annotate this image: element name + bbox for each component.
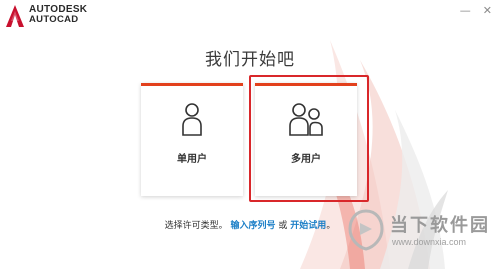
single-user-card[interactable]: 单用户 bbox=[141, 83, 243, 196]
license-end-text: 。 bbox=[326, 221, 336, 231]
watermark-logo-icon bbox=[348, 209, 384, 251]
license-or-text: 或 bbox=[275, 221, 291, 231]
watermark-name: 当下软件园 bbox=[390, 215, 490, 236]
close-button[interactable]: ✕ bbox=[483, 5, 492, 17]
watermark: 当下软件园 www.downxia.com bbox=[348, 207, 498, 262]
autocad-start-window: { "brand": { "line1": "AUTODESK", "line2… bbox=[0, 0, 500, 269]
brand-text: AUTODESK AUTOCAD bbox=[29, 5, 87, 25]
multi-user-label: 多用户 bbox=[291, 154, 321, 165]
single-user-icon bbox=[141, 102, 243, 136]
single-user-label: 单用户 bbox=[177, 154, 207, 165]
brand-header: AUTODESK AUTOCAD bbox=[6, 5, 87, 27]
minimize-button[interactable]: — bbox=[460, 5, 471, 17]
window-controls: — ✕ bbox=[460, 5, 492, 17]
autocad-logo-icon bbox=[6, 5, 24, 27]
page-title: 我们开始吧 bbox=[205, 50, 295, 70]
watermark-url: www.downxia.com bbox=[392, 237, 467, 247]
brand-product: AUTOCAD bbox=[29, 14, 79, 25]
multi-user-icon bbox=[255, 102, 357, 136]
multi-user-card[interactable]: 多用户 bbox=[255, 83, 357, 196]
license-prompt-text: 选择许可类型。 bbox=[164, 221, 228, 231]
start-trial-link[interactable]: 开始试用 bbox=[290, 221, 326, 231]
enter-serial-link[interactable]: 输入序列号 bbox=[231, 221, 276, 231]
